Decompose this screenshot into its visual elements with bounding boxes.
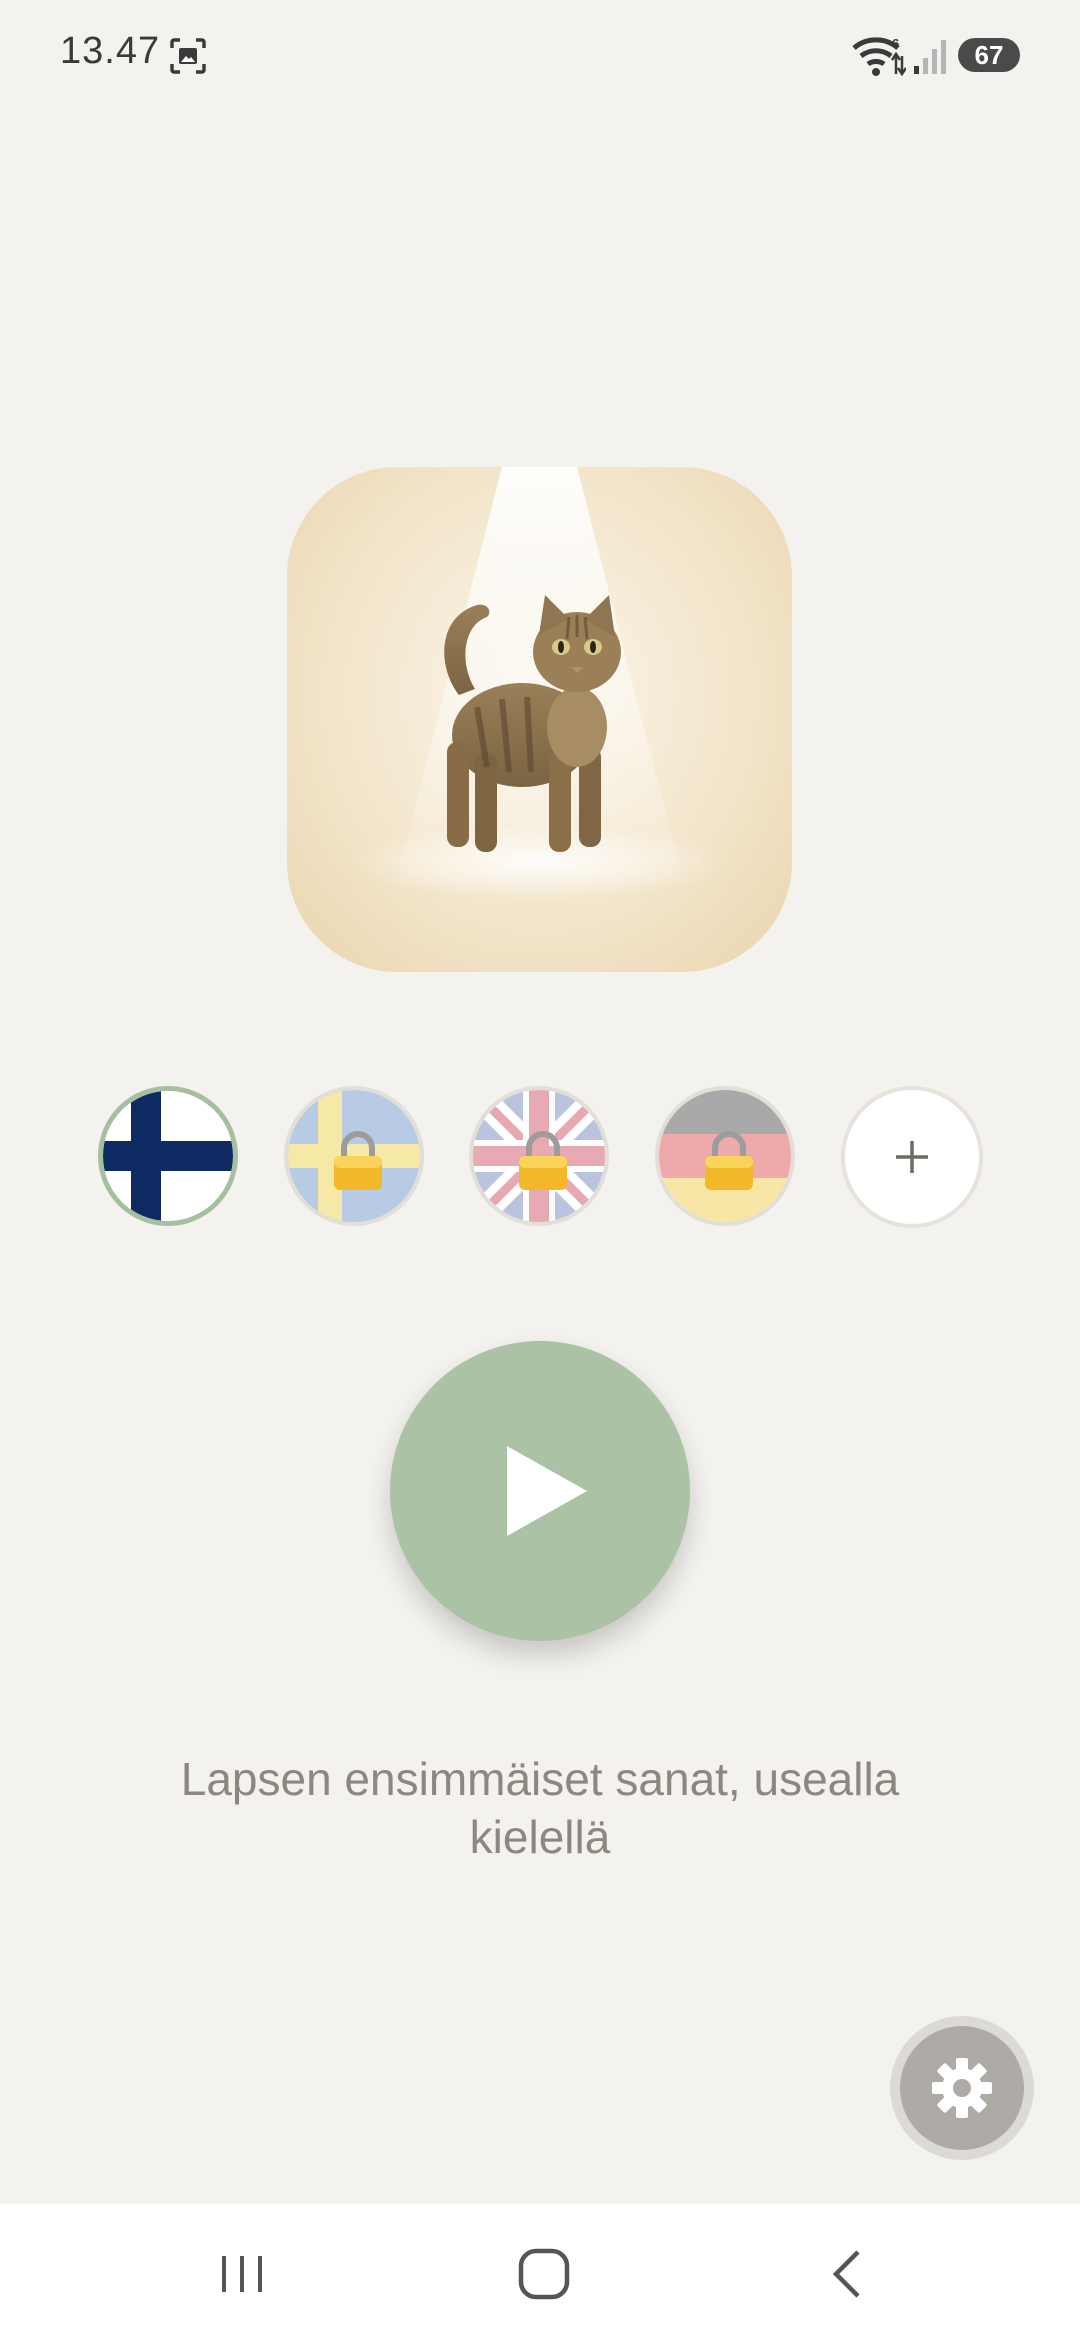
back-icon[interactable] — [818, 2244, 878, 2304]
battery-level: 67 — [974, 39, 1004, 70]
navigation-bar — [0, 2204, 1080, 2340]
status-time: 13.47 — [60, 30, 161, 72]
screenshot-icon — [170, 38, 206, 74]
settings-button[interactable] — [890, 2016, 1034, 2160]
lock-icon — [519, 1131, 567, 1190]
app-screen: 13.47 6 67 Lapsen ensimmäiset sanat, use… — [0, 0, 1080, 2340]
language-de-button[interactable] — [655, 1086, 795, 1226]
svg-text:6: 6 — [892, 36, 899, 51]
language-sv-button[interactable] — [284, 1086, 424, 1226]
finland-flag-icon — [103, 1091, 233, 1221]
language-fi-button[interactable] — [98, 1086, 238, 1226]
wifi-icon: 6 — [852, 36, 906, 77]
settings-button-inner — [900, 2026, 1024, 2150]
gear-icon — [932, 2058, 992, 2118]
language-selector — [0, 1086, 1080, 1232]
cat-illustration — [349, 467, 729, 900]
home-icon[interactable] — [514, 2244, 574, 2304]
add-language-button[interactable] — [841, 1086, 983, 1228]
recents-icon[interactable] — [212, 2244, 272, 2304]
lock-icon — [705, 1131, 753, 1190]
play-button[interactable] — [390, 1341, 690, 1641]
status-bar: 13.47 6 67 — [0, 0, 1080, 110]
play-icon — [507, 1446, 587, 1536]
signal-icon — [914, 40, 946, 74]
language-en-button[interactable] — [469, 1086, 609, 1226]
battery-icon: 67 — [958, 38, 1020, 72]
app-tagline: Lapsen ensimmäiset sanat, usealla kielel… — [180, 1753, 900, 1863]
lock-icon — [334, 1131, 382, 1190]
plus-icon — [896, 1141, 928, 1173]
word-image-card[interactable] — [287, 467, 792, 972]
